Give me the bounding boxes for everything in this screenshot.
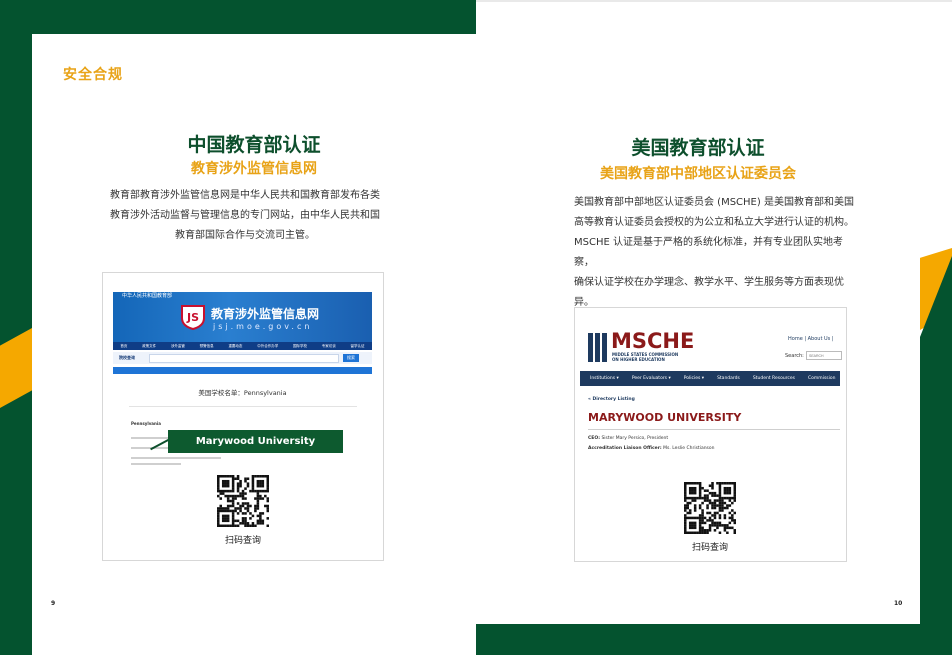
moe-list-title: 美国学校名单：Pennsylvania <box>198 389 287 397</box>
moe-nav-item[interactable]: 留学认证 <box>351 344 365 349</box>
moe-nav-item[interactable]: 重要动态 <box>228 344 242 349</box>
page-number-left: 9 <box>51 600 56 607</box>
moe-search-input[interactable] <box>149 354 339 363</box>
msche-nav-item[interactable]: Commission <box>808 376 835 381</box>
msche-liaison-value: Ms. Leslie Christianson <box>663 446 715 451</box>
moe-nav-item[interactable]: 政策文件 <box>142 344 156 349</box>
moe-site-name: 教育涉外监管信息网 <box>211 307 320 321</box>
qr-code-left[interactable] <box>217 475 270 528</box>
moe-state-label: Pennsylvania <box>131 421 161 426</box>
right-subtitle: 美国教育部中部地区认证委员会 <box>600 166 796 182</box>
page-number-right: 10 <box>894 600 903 607</box>
msche-liaison-label: Accreditation Liaison Officer: <box>588 446 662 451</box>
right-page-top-line <box>476 0 952 2</box>
msche-top-links[interactable]: Home | About Us | <box>788 336 834 342</box>
moe-banner: 中华人民共和国教育部 JS 教育涉外监管信息网 jsj.moe.gov.cn <box>113 292 372 342</box>
msche-ceo-value: Sister Mary Persico, President <box>601 436 669 441</box>
msche-ceo-row: CEO: Sister Mary Persico, President <box>588 436 668 441</box>
moe-nav-item[interactable]: 专家访谈 <box>322 344 336 349</box>
section-label: 安全合规 <box>63 67 123 83</box>
moe-blue-strip <box>113 367 372 374</box>
right-paragraph-line: 高等教育认证委员会授权的为公立和私立大学进行认证的机构。 <box>574 217 854 228</box>
msche-logo-text: MSCHE <box>611 329 695 353</box>
moe-top-line: 中华人民共和国教育部 <box>122 293 173 299</box>
msche-ceo-label: CEO: <box>588 436 601 441</box>
moe-nav-item[interactable]: 首页 <box>120 344 127 349</box>
left-title: 中国教育部认证 <box>187 134 321 156</box>
right-paragraph-line: 美国教育部中部地区认证委员会 (MSCHE) 是美国教育部和美国 <box>574 197 854 208</box>
msche-divider <box>588 429 840 430</box>
qr-code-right[interactable] <box>684 482 737 535</box>
qr-caption-left: 扫码查询 <box>224 536 261 546</box>
msche-nav-item[interactable]: Student Resources <box>753 376 795 381</box>
moe-nav-item[interactable]: 预警信息 <box>200 344 214 349</box>
moe-divider <box>129 406 357 407</box>
moe-nav-item[interactable]: 国际学校 <box>293 344 307 349</box>
moe-site-url: jsj.moe.gov.cn <box>213 322 313 331</box>
right-paragraph: 美国教育部中部地区认证委员会 (MSCHE) 是美国教育部和美国 高等教育认证委… <box>574 193 854 313</box>
moe-search-button[interactable]: 搜索 <box>343 354 359 362</box>
moe-search-label: 院校查询 <box>119 355 135 360</box>
msche-nav-item[interactable]: Peer Evaluators ▾ <box>632 376 671 381</box>
right-page-green-band <box>476 624 952 655</box>
left-paragraph: 教育部教育涉外监管信息网是中华人民共和国教育部发布各类 教育涉外活动监督与管理信… <box>100 186 390 246</box>
moe-text-line <box>131 457 221 459</box>
msche-logo-subline: ON HIGHER EDUCATION <box>612 357 665 362</box>
msche-search-label: Search: <box>785 353 804 359</box>
msche-nav-item[interactable]: Policies ▾ <box>684 376 704 381</box>
msche-logo-subtitle: MIDDLE STATES COMMISSION ON HIGHER EDUCA… <box>612 352 678 362</box>
moe-nav: 首页 政策文件 涉外监管 预警信息 重要动态 中外合作办学 国际学校 专家访谈 … <box>113 342 372 350</box>
qr-caption-right: 扫码查询 <box>691 543 728 553</box>
moe-nav-item[interactable]: 中外合作办学 <box>257 344 278 349</box>
msche-nav: Institutions ▾ Peer Evaluators ▾ Policie… <box>580 371 840 386</box>
left-paragraph-line: 教育部教育涉外监管信息网是中华人民共和国教育部发布各类 <box>110 190 380 201</box>
msche-back-link[interactable]: « Directory Listing <box>588 397 635 402</box>
moe-nav-item[interactable]: 涉外监管 <box>171 344 185 349</box>
right-title: 美国教育部认证 <box>631 137 765 159</box>
left-paragraph-line: 教育涉外活动监督与管理信息的专门网站，由中华人民共和国 <box>110 210 380 221</box>
callout-marywood: Marywood University（scranton） <box>168 430 343 470</box>
msche-nav-item[interactable]: Standards <box>717 376 740 381</box>
msche-search-input[interactable] <box>806 351 842 360</box>
moe-search-bar: 院校查询 搜索 <box>113 352 372 364</box>
left-subtitle: 教育涉外监管信息网 <box>191 161 317 177</box>
moe-text-line <box>131 463 181 465</box>
moe-logo-icon: JS <box>179 304 207 331</box>
msche-logo-icon <box>588 333 608 362</box>
msche-nav-item[interactable]: Institutions ▾ <box>590 376 619 381</box>
msche-university-name: MARYWOOD UNIVERSITY <box>588 411 742 424</box>
left-paragraph-line: 教育部国际合作与交流司主管。 <box>175 230 315 241</box>
right-paragraph-line: MSCHE 认证是基于严格的系统化标准，并有专业团队实地考察， <box>574 237 843 268</box>
svg-text:JS: JS <box>186 311 199 324</box>
msche-liaison-row: Accreditation Liaison Officer: Ms. Lesli… <box>588 446 715 451</box>
